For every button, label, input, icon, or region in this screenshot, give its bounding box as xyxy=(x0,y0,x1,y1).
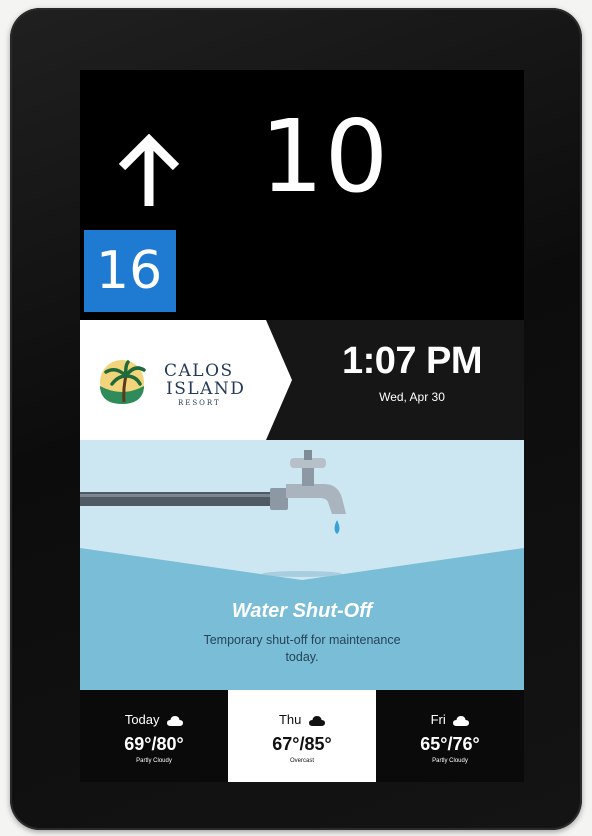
elevator-status: 10 16 xyxy=(80,70,524,320)
cloud-icon xyxy=(309,715,326,726)
brand-name-line3: RESORT xyxy=(178,399,221,407)
palm-tree-logo-icon xyxy=(100,360,146,404)
weather-forecast: Today 69°/80° Partly Cloudy Thu 67°/85° … xyxy=(80,690,524,782)
cloud-icon xyxy=(453,715,470,726)
forecast-temp: 65°/76° xyxy=(420,734,480,754)
header-band: CALOS ISLAND RESORT 1:07 PM Wed, Apr 30 xyxy=(80,320,524,440)
notice-body: Temporary shut-off for maintenance today… xyxy=(203,633,401,664)
logo-panel: CALOS ISLAND RESORT xyxy=(80,320,266,440)
brand-name-line2: ISLAND xyxy=(166,379,246,399)
clock-time: 1:07 PM xyxy=(341,340,483,382)
destination-floor-badge: 16 xyxy=(84,230,176,312)
brand-name-line1: CALOS xyxy=(164,361,234,381)
forecast-condition: Partly Cloudy xyxy=(432,758,468,764)
current-floor: 10 xyxy=(260,98,390,215)
forecast-day-thu[interactable]: Thu 67°/85° Overcast xyxy=(228,690,376,782)
clock-date: Wed, Apr 30 xyxy=(379,390,445,404)
arrow-up-icon xyxy=(118,134,180,206)
forecast-day-label: Thu xyxy=(278,712,302,727)
forecast-day-today[interactable]: Today 69°/80° Partly Cloudy xyxy=(80,690,228,782)
forecast-day-fri[interactable]: Fri 65°/76° Partly Cloudy xyxy=(376,690,524,782)
forecast-day-label: Today xyxy=(124,712,160,727)
forecast-day-label: Fri xyxy=(430,712,446,727)
forecast-temp: 67°/85° xyxy=(272,734,332,754)
notice-title: Water Shut-Off xyxy=(231,600,373,622)
forecast-temp: 69°/80° xyxy=(124,734,184,754)
water-notice: Water Shut-Off Temporary shut-off for ma… xyxy=(80,440,524,690)
cloud-icon xyxy=(167,715,184,726)
forecast-condition: Partly Cloudy xyxy=(136,758,172,764)
logo-chevron xyxy=(266,320,292,440)
display-screen: 10 16 CALOS ISLAND RESORT 1:07 PM Wed, A… xyxy=(80,70,524,782)
forecast-condition: Overcast xyxy=(289,758,314,764)
